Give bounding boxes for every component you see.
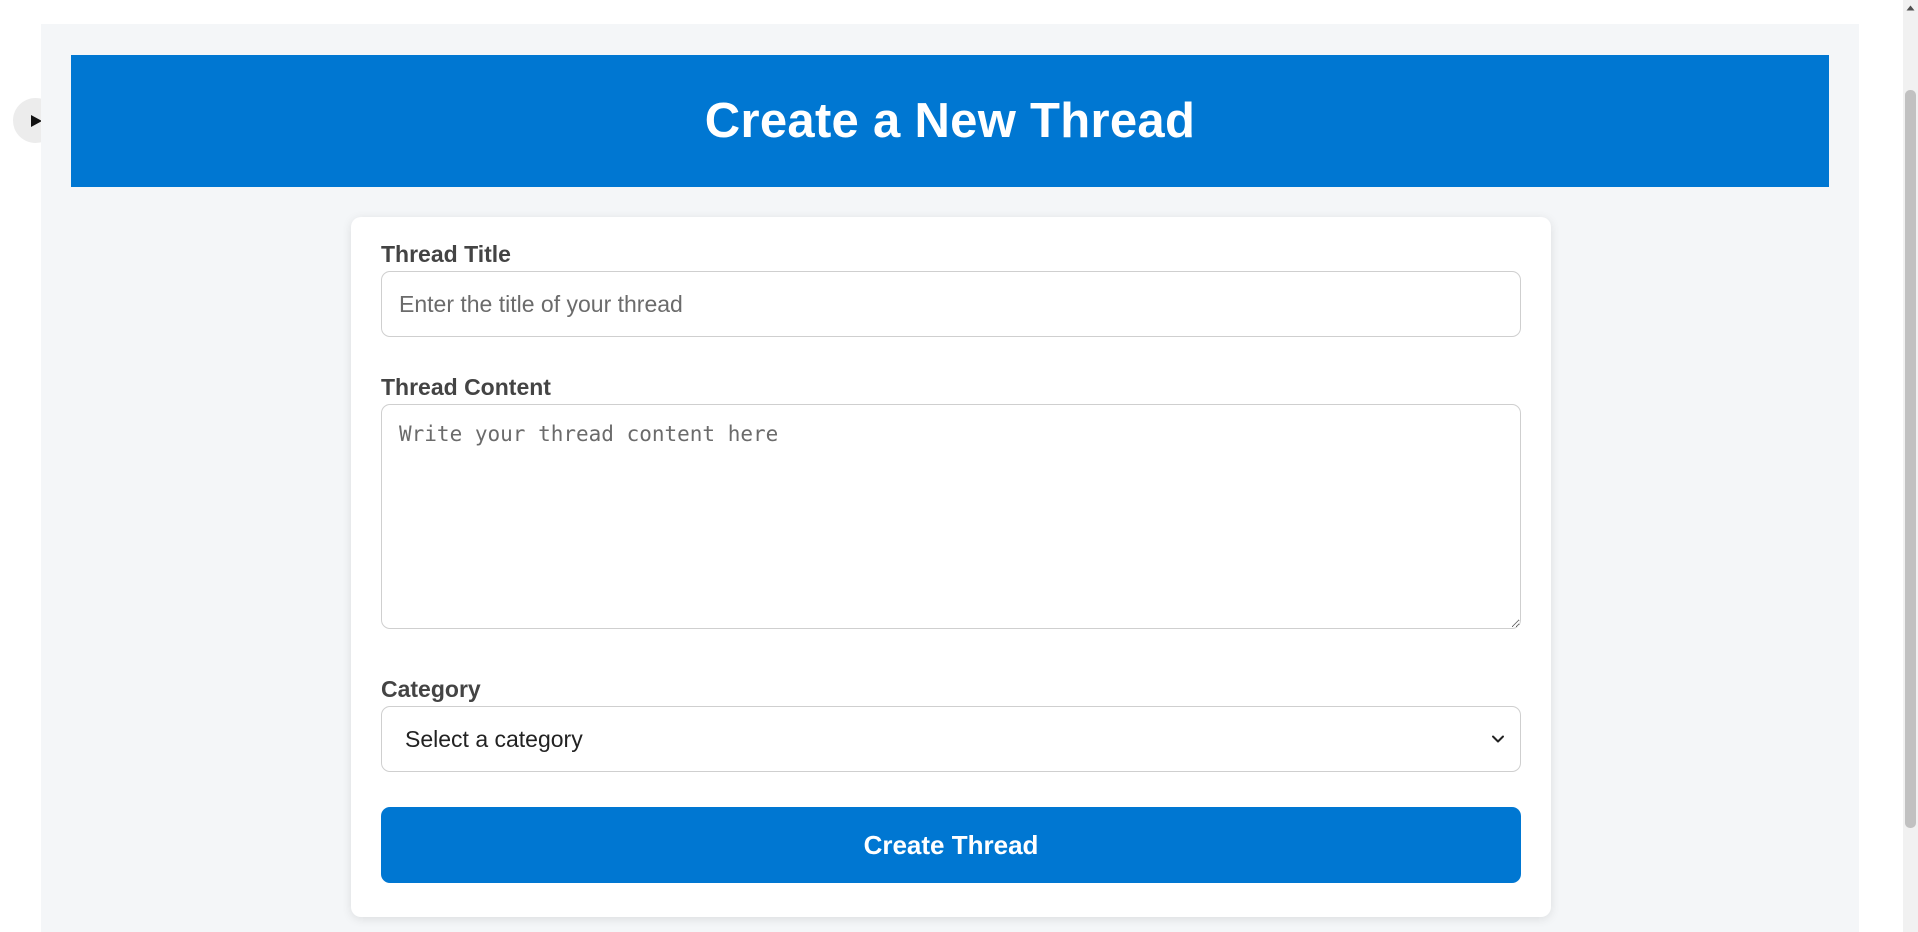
thread-title-input[interactable] [381,271,1521,337]
category-selected-value: Select a category [405,725,583,752]
browser-viewport: Create a New Thread Thread Title Thread … [0,0,1918,932]
category-label: Category [381,676,481,702]
scrollbar-thumb[interactable] [1905,90,1916,828]
vertical-scrollbar[interactable] [1903,0,1918,932]
create-thread-form: Thread Title Thread Content Category Sel… [351,217,1551,917]
thread-content-label: Thread Content [381,374,551,400]
page-header: Create a New Thread [71,55,1829,187]
scroll-up-arrow-icon[interactable] [1903,0,1918,15]
create-thread-button[interactable]: Create Thread [381,807,1521,883]
thread-content-textarea[interactable] [381,404,1521,629]
page-container: Create a New Thread Thread Title Thread … [41,24,1859,932]
category-select[interactable]: Select a category [381,706,1521,772]
page-title: Create a New Thread [704,94,1196,148]
thread-title-label: Thread Title [381,241,511,267]
chevron-down-icon [1492,735,1504,743]
